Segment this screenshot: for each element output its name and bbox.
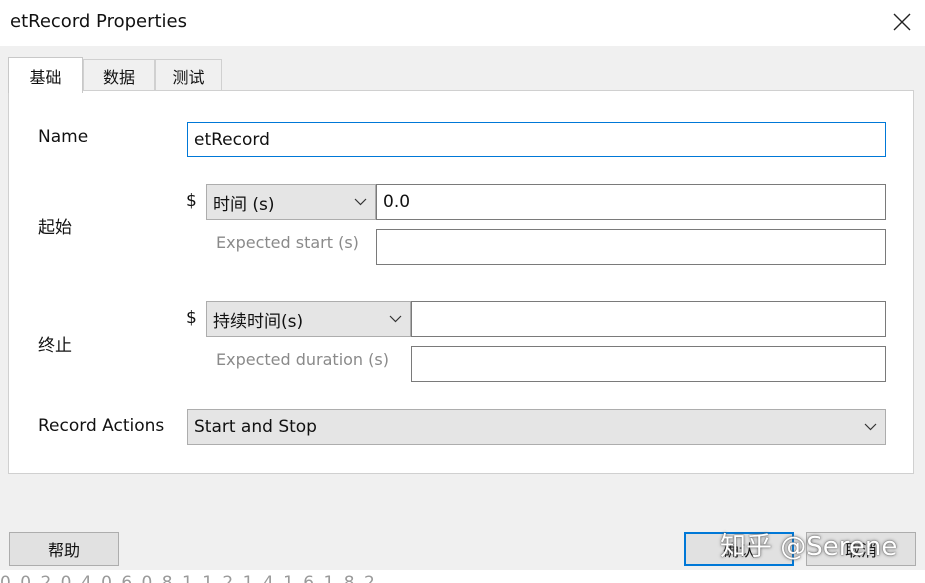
- tab-test[interactable]: 测试: [155, 59, 222, 91]
- name-input-value: etRecord: [194, 129, 270, 150]
- chevron-down-icon: [864, 423, 877, 431]
- tab-data[interactable]: 数据: [83, 59, 155, 91]
- start-mode-select[interactable]: 时间 (s): [206, 184, 376, 220]
- help-button[interactable]: 帮助: [9, 532, 119, 566]
- close-icon: [893, 13, 911, 31]
- close-button[interactable]: [889, 8, 915, 36]
- start-value-text: 0.0: [383, 192, 411, 212]
- title-bar: etRecord Properties: [0, 0, 925, 46]
- record-actions-select[interactable]: Start and Stop: [187, 409, 886, 445]
- name-input[interactable]: etRecord: [187, 122, 886, 157]
- chevron-down-icon: [389, 315, 402, 323]
- expected-start-label: Expected start (s): [216, 233, 359, 252]
- expected-duration-label: Expected duration (s): [216, 350, 389, 369]
- stop-value-input[interactable]: [411, 301, 886, 337]
- stop-dollar-label: $: [186, 308, 197, 328]
- name-label: Name: [38, 127, 89, 147]
- background-window-strip: 0 0.2 0.4 0.6 0.8 1 1.2 1.4 1.6 1.8 2: [0, 570, 925, 583]
- watermark: 知乎 @Serene: [720, 532, 898, 562]
- window-title: etRecord Properties: [10, 11, 188, 32]
- background-axis-text: 0 0.2 0.4 0.6 0.8 1 1.2 1.4 1.6 1.8 2: [0, 573, 377, 583]
- tab-basic-label: 基础: [29, 67, 62, 87]
- start-dollar-label: $: [186, 191, 197, 211]
- stop-label: 终止: [38, 336, 72, 356]
- chevron-down-icon: [354, 198, 367, 206]
- record-actions-label: Record Actions: [38, 416, 165, 436]
- tab-basic[interactable]: 基础: [8, 57, 83, 93]
- expected-duration-input[interactable]: [411, 346, 886, 382]
- help-button-label: 帮助: [47, 541, 80, 560]
- start-label: 起始: [38, 218, 72, 238]
- expected-start-input[interactable]: [376, 229, 886, 265]
- stop-mode-select[interactable]: 持续时间(s): [206, 301, 411, 337]
- tab-data-label: 数据: [102, 67, 135, 87]
- start-mode-value: 时间 (s): [213, 194, 275, 215]
- tab-test-label: 测试: [172, 67, 205, 87]
- start-value-input[interactable]: 0.0: [376, 184, 886, 220]
- record-actions-value: Start and Stop: [194, 417, 317, 437]
- properties-panel: Name etRecord 起始 $ 时间 (s) 0.0 Expected s…: [8, 90, 914, 474]
- stop-mode-value: 持续时间(s): [213, 311, 304, 332]
